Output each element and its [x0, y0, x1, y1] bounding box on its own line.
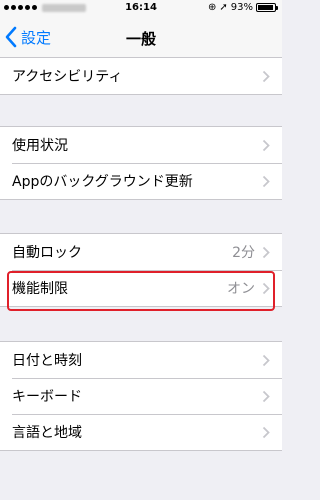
row-label: 使用状況: [12, 138, 68, 154]
row-label: キーボード: [12, 389, 82, 405]
chevron-right-icon: [262, 390, 270, 403]
row-language-region[interactable]: 言語と地域: [0, 414, 282, 450]
chevron-right-icon: [262, 426, 270, 439]
settings-group-usage: 使用状況 Appのバックグラウンド更新: [0, 126, 282, 200]
status-bar: 16:14 ⊕ ➚ 93%: [0, 0, 282, 16]
row-label: Appのバックグラウンド更新: [12, 174, 193, 190]
battery-icon: [256, 3, 278, 12]
rotation-lock-icon: ⊕: [207, 2, 217, 13]
row-auto-lock[interactable]: 自動ロック 2分: [0, 234, 282, 270]
row-label: 日付と時刻: [12, 353, 82, 369]
settings-group-accessibility: アクセシビリティ: [0, 57, 282, 95]
chevron-right-icon: [262, 246, 270, 259]
row-accessibility[interactable]: アクセシビリティ: [0, 58, 282, 94]
row-keyboard[interactable]: キーボード: [0, 378, 282, 414]
chevron-right-icon: [262, 139, 270, 152]
navigation-bar: 設定 一般: [0, 16, 282, 60]
chevron-right-icon: [262, 354, 270, 367]
row-usage[interactable]: 使用状況: [0, 127, 282, 163]
location-arrow-icon: ➚: [219, 2, 228, 13]
battery-fill: [258, 5, 273, 10]
row-background-app-refresh[interactable]: Appのバックグラウンド更新: [0, 163, 282, 199]
chevron-right-icon: [262, 175, 270, 188]
restrictions-highlight-box: [7, 271, 275, 311]
status-right: ⊕ ➚ 93%: [207, 2, 278, 13]
row-label: アクセシビリティ: [12, 69, 123, 85]
row-label: 言語と地域: [12, 425, 82, 441]
page-title: 一般: [125, 30, 156, 48]
row-label: 自動ロック: [12, 245, 82, 261]
chevron-right-icon: [262, 70, 270, 83]
battery-percent: 93%: [230, 2, 253, 13]
settings-group-international: 日付と時刻 キーボード 言語と地域: [0, 341, 282, 451]
row-value: 2分: [232, 245, 255, 261]
row-date-time[interactable]: 日付と時刻: [0, 342, 282, 378]
